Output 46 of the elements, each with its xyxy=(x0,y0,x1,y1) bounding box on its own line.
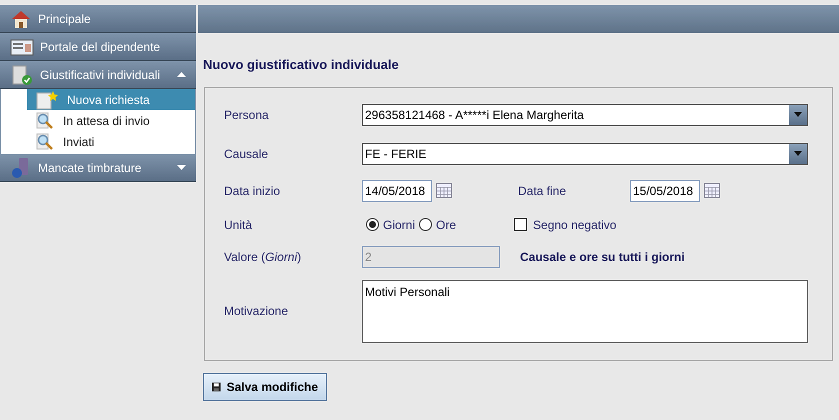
house-icon xyxy=(10,8,32,28)
collapse-arrow-icon[interactable] xyxy=(177,72,186,77)
section-label: Portale del dipendente xyxy=(40,38,162,56)
dropdown-field[interactable]: FE - FERIE xyxy=(362,142,808,164)
radio-label: Giorni xyxy=(383,216,416,234)
id-card-icon xyxy=(10,36,34,56)
field-label: Valore (Giorni) xyxy=(224,248,302,266)
text-area[interactable]: Motivi Personali xyxy=(362,280,808,342)
checkbox[interactable] xyxy=(514,218,528,231)
magnifier-icon xyxy=(35,112,55,130)
sidebar-item[interactable]: Inviati xyxy=(27,131,195,152)
field-label: Data inizio xyxy=(224,182,282,200)
section-label: Giustificativi individuali xyxy=(40,66,162,84)
date-field[interactable]: 14/05/2018 xyxy=(362,180,432,202)
field-label: Motivazione xyxy=(224,303,290,320)
field-label: Causale xyxy=(224,146,270,162)
field-label: Data fine xyxy=(518,182,568,200)
text-area-value: Motivi Personali xyxy=(365,284,450,298)
radio-button[interactable] xyxy=(419,218,432,231)
sidebar-section[interactable]: Mancate timbrature xyxy=(0,154,196,182)
calendar-icon[interactable] xyxy=(436,183,452,198)
sidebar-item[interactable]: Nuova richiesta xyxy=(27,89,195,110)
field-label: Persona xyxy=(224,106,270,124)
clipboard-check-icon xyxy=(10,64,34,86)
section-label: Mancate timbrature xyxy=(38,160,142,176)
sidebar-item[interactable]: In attesa di invio xyxy=(27,110,195,131)
sidebar-section[interactable]: Giustificativi individuali xyxy=(0,61,196,89)
sidebar-section[interactable]: Principale xyxy=(0,5,196,33)
magnifier-icon xyxy=(35,132,55,150)
save-icon xyxy=(212,380,221,394)
note-text: Causale e ore su tutti i giorni xyxy=(520,248,685,266)
save-button[interactable]: Salva modifiche xyxy=(203,372,327,400)
new-document-icon xyxy=(35,90,59,110)
calendar-icon[interactable] xyxy=(704,183,720,198)
dropdown-field[interactable]: 296358121468 - A*****i Elena Margherita xyxy=(362,104,808,126)
radio-label: Ore xyxy=(436,216,456,234)
field-label: Unità xyxy=(224,216,254,234)
radio-button[interactable] xyxy=(366,218,379,231)
dropdown-value: 296358121468 - A*****i Elena Margherita xyxy=(364,106,585,124)
dropdown-value: FE - FERIE xyxy=(364,146,428,162)
section-label: Principale xyxy=(38,10,92,28)
date-field[interactable]: 15/05/2018 xyxy=(630,180,700,202)
checkbox-label: Segno negativo xyxy=(533,216,616,234)
page-title: Nuovo giustificativo individuale xyxy=(203,56,400,74)
expand-arrow-icon[interactable] xyxy=(177,165,186,170)
sidebar-section[interactable]: Portale del dipendente xyxy=(0,33,196,61)
